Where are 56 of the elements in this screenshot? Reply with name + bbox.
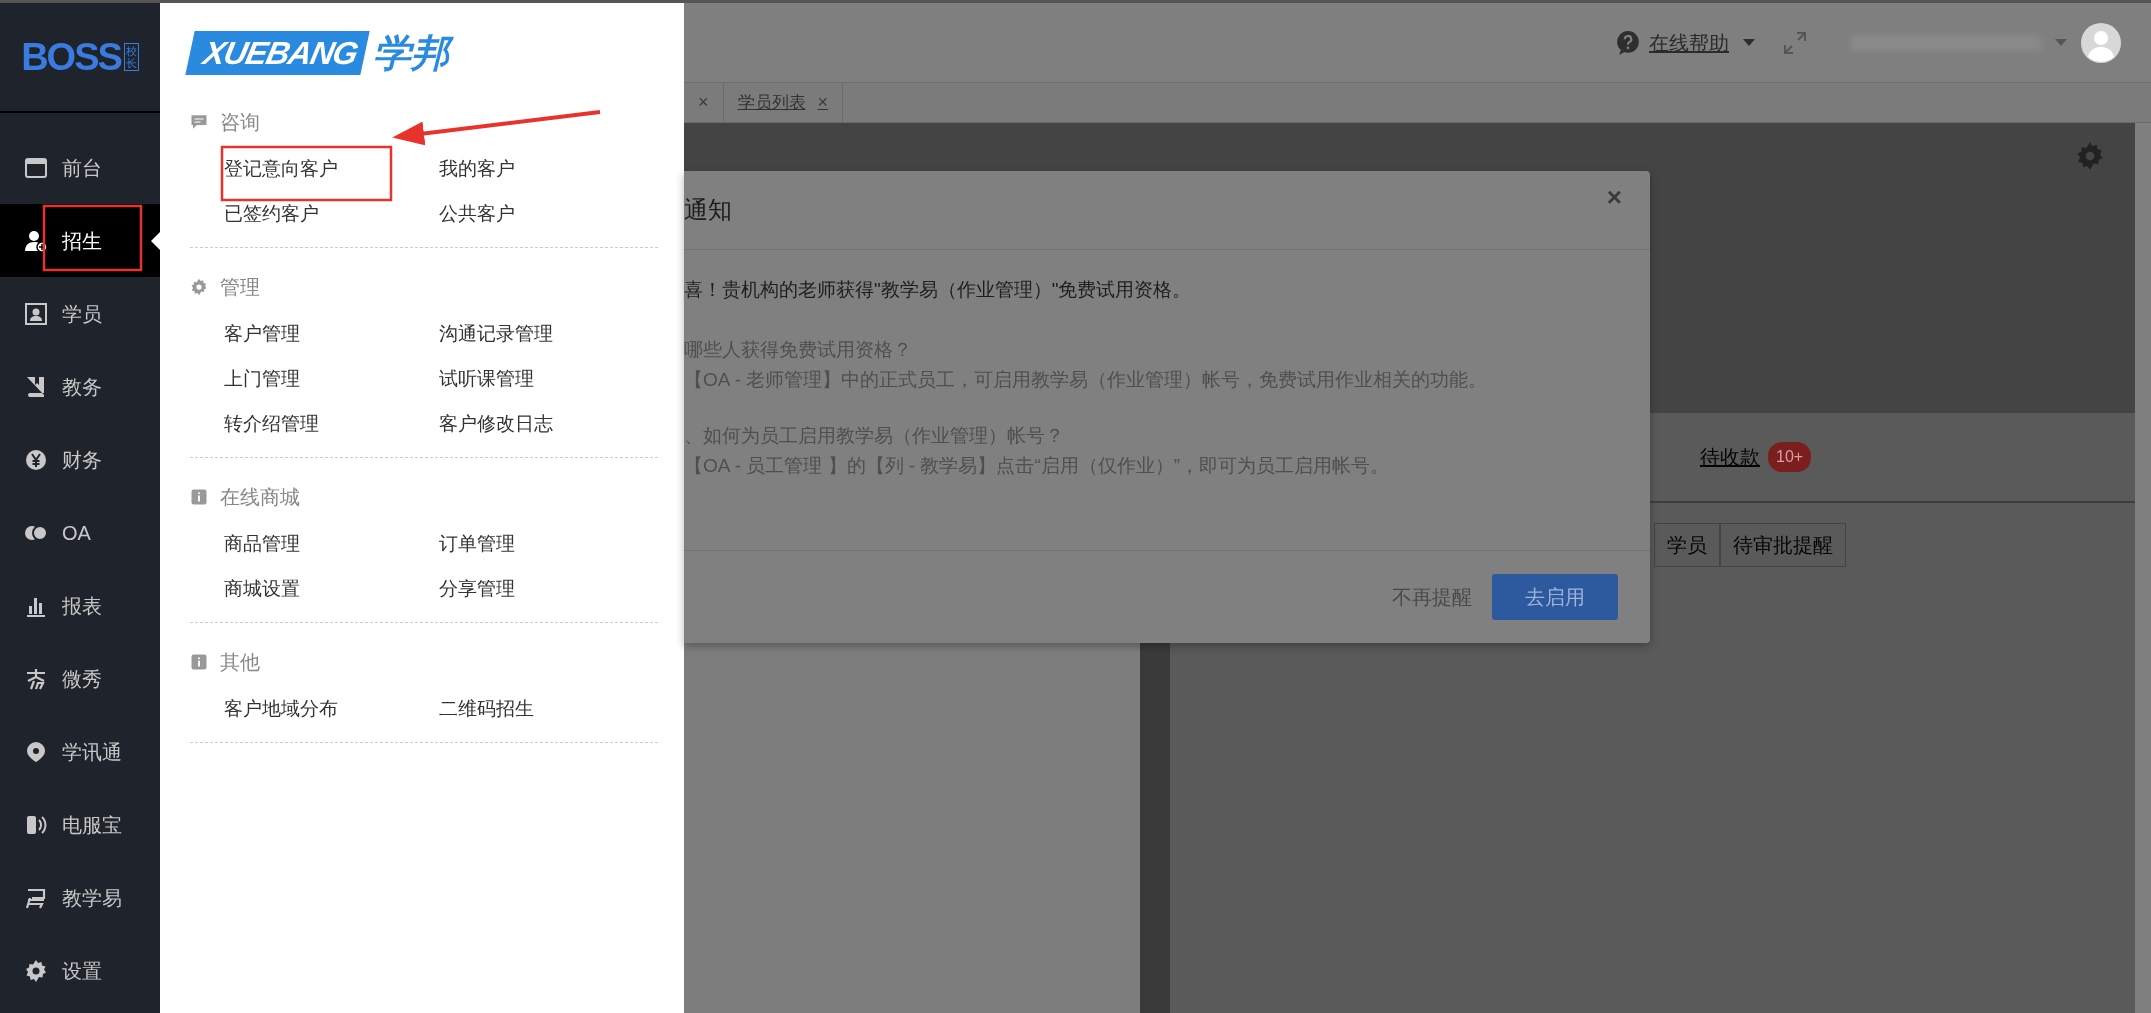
menu-link[interactable]: 客户地域分布 bbox=[224, 691, 338, 726]
info-square-icon bbox=[190, 488, 208, 506]
section-title: 其他 bbox=[220, 650, 260, 675]
menu-link[interactable]: 上门管理 bbox=[224, 361, 300, 396]
settings-icon bbox=[24, 958, 48, 983]
sidebar-item[interactable]: 微秀 bbox=[0, 642, 160, 715]
id-card-icon bbox=[24, 301, 48, 326]
menu-link[interactable]: 二维码招生 bbox=[439, 691, 534, 726]
menu-link[interactable]: 我的客户 bbox=[439, 151, 515, 186]
sidebar-item[interactable]: 招生 bbox=[0, 204, 160, 277]
menu-link[interactable]: 商品管理 bbox=[224, 526, 300, 561]
sidebar-item[interactable]: 设置 bbox=[0, 934, 160, 1007]
brand-logo: XUEBANG bbox=[185, 31, 370, 75]
logo-badge: 校长 bbox=[123, 42, 139, 72]
section-title: 咨询 bbox=[220, 110, 260, 135]
dialog-title: 通知 bbox=[684, 195, 732, 225]
section-title: 管理 bbox=[220, 275, 260, 300]
caret-icon bbox=[1743, 39, 1755, 46]
yen-coin-icon bbox=[24, 447, 48, 472]
menu-link[interactable]: 试听课管理 bbox=[439, 361, 534, 396]
menu-link[interactable]: 公共客户 bbox=[439, 196, 515, 231]
sidebar-item[interactable]: 学员 bbox=[0, 277, 160, 350]
menu-link[interactable]: 沟通记录管理 bbox=[439, 316, 553, 351]
sidebar-item[interactable]: 报表 bbox=[0, 569, 160, 642]
menu-link[interactable]: 已签约客户 bbox=[224, 196, 319, 231]
menu-link[interactable]: 分享管理 bbox=[439, 571, 515, 606]
settings-icon bbox=[190, 278, 208, 296]
expand-icon[interactable] bbox=[1783, 30, 1807, 55]
brand-logo-text: 学邦 bbox=[371, 28, 457, 78]
caret-icon bbox=[2055, 39, 2067, 46]
help-link[interactable]: 在线帮助 bbox=[1615, 27, 1729, 58]
settings-icon[interactable] bbox=[2075, 141, 2105, 171]
menu-link[interactable]: 客户修改日志 bbox=[439, 406, 553, 441]
menu-link[interactable]: 商城设置 bbox=[224, 571, 300, 606]
info-square-icon bbox=[190, 653, 208, 671]
user-add-icon bbox=[24, 228, 48, 253]
logo-text: BOSS bbox=[21, 34, 121, 80]
sidebar-item[interactable]: 电服宝 bbox=[0, 788, 160, 861]
sidebar-item[interactable]: 财务 bbox=[0, 423, 160, 496]
window-icon bbox=[24, 155, 48, 180]
menu-link[interactable]: 客户管理 bbox=[224, 316, 300, 351]
section-title: 在线商城 bbox=[220, 485, 300, 510]
menu-link[interactable]: 登记意向客户 bbox=[224, 151, 338, 186]
location-pin-icon bbox=[24, 739, 48, 764]
sidebar-item[interactable]: 前台 bbox=[0, 131, 160, 204]
sidebar-item[interactable]: 学讯通 bbox=[0, 715, 160, 788]
speech-bubble-icon bbox=[190, 113, 208, 131]
count-badge: 10+ bbox=[1768, 442, 1812, 472]
menu-link[interactable]: 订单管理 bbox=[439, 526, 515, 561]
sidebar-item[interactable]: OA bbox=[0, 496, 160, 569]
sidebar-item[interactable]: 教学易 bbox=[0, 861, 160, 934]
help-icon bbox=[1615, 29, 1641, 56]
avatar-icon bbox=[2081, 22, 2121, 63]
menu-link[interactable]: 转介绍管理 bbox=[224, 406, 319, 441]
dialog-headline: 喜！贵机构的老师获得"教学易（作业管理）"免费试用资格。 bbox=[684, 278, 1193, 302]
sidebar-item[interactable]: 教务 bbox=[0, 350, 160, 423]
